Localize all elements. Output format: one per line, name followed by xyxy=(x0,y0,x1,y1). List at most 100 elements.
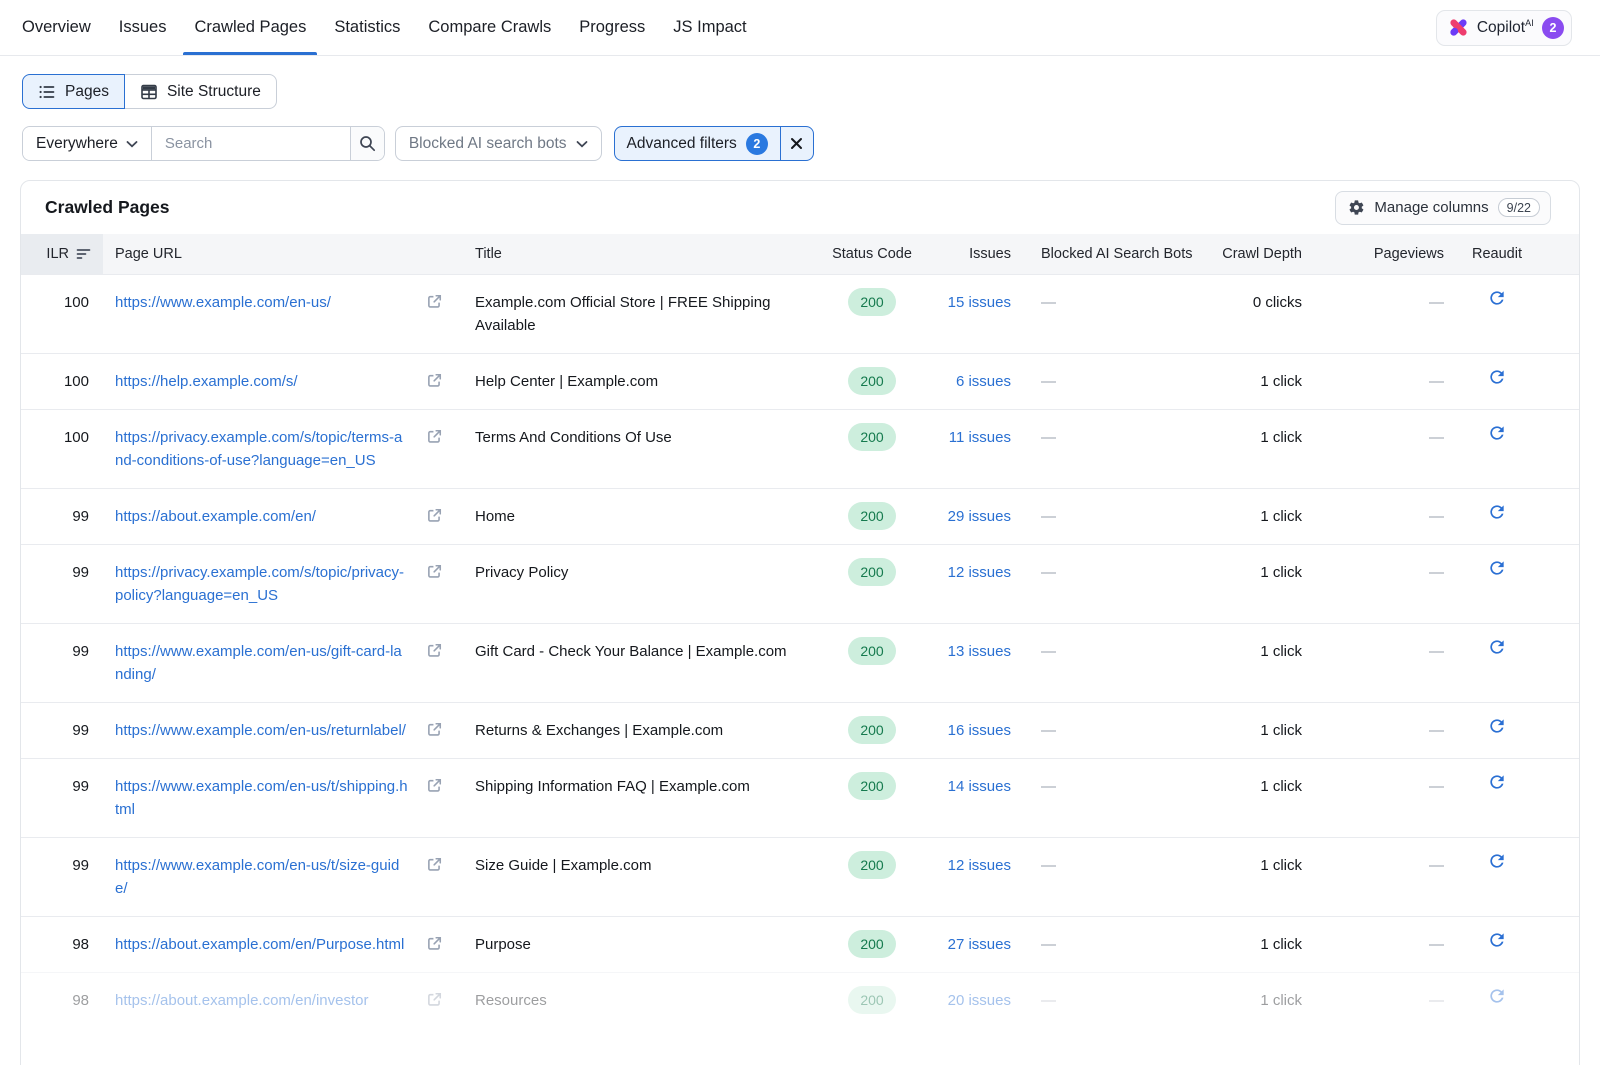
column-header-ilr[interactable]: ILR xyxy=(21,234,103,274)
page-url-cell: https://about.example.com/en/investor xyxy=(103,973,453,1028)
tab-js-impact[interactable]: JS Impact xyxy=(662,0,757,55)
page-url-link[interactable]: https://about.example.com/en/investor xyxy=(115,992,368,1009)
column-header-status-code[interactable]: Status Code xyxy=(831,234,913,274)
tab-issues[interactable]: Issues xyxy=(108,0,178,55)
reaudit-button[interactable] xyxy=(1487,772,1507,837)
issues-link[interactable]: 29 issues xyxy=(948,508,1011,525)
blocked-ai-bots-value: — xyxy=(1013,275,1193,353)
page-title-value: Returns & Exchanges | Example.com xyxy=(453,703,831,758)
column-header-title[interactable]: Title xyxy=(453,234,831,274)
copilot-button[interactable]: CopilotAI 2 xyxy=(1436,10,1572,46)
tab-progress[interactable]: Progress xyxy=(568,0,656,55)
page-url-link[interactable]: https://about.example.com/en/ xyxy=(115,508,316,525)
clear-advanced-filters-button[interactable] xyxy=(780,127,813,160)
advanced-filters-count-badge: 2 xyxy=(746,133,768,155)
ilr-value: 99 xyxy=(21,703,103,758)
ilr-value: 100 xyxy=(21,275,103,353)
reaudit-button[interactable] xyxy=(1487,851,1507,916)
external-link-icon[interactable] xyxy=(426,293,443,310)
issues-cell: 29 issues xyxy=(913,489,1013,544)
reaudit-button[interactable] xyxy=(1487,288,1507,353)
issues-link[interactable]: 20 issues xyxy=(948,992,1011,1009)
column-header-reaudit[interactable]: Reaudit xyxy=(1447,234,1575,274)
issues-link[interactable]: 14 issues xyxy=(948,778,1011,795)
blocked-ai-bots-value: — xyxy=(1013,759,1193,837)
reaudit-cell xyxy=(1447,354,1575,409)
page-url-link[interactable]: https://www.example.com/en-us/t/size-gui… xyxy=(115,857,399,897)
issues-link[interactable]: 6 issues xyxy=(956,373,1011,390)
page-url-link[interactable]: https://privacy.example.com/s/topic/priv… xyxy=(115,564,404,604)
issues-link[interactable]: 27 issues xyxy=(948,936,1011,953)
page-url-link[interactable]: https://www.example.com/en-us/ xyxy=(115,294,331,311)
search-button[interactable] xyxy=(350,127,384,160)
reaudit-button[interactable] xyxy=(1487,637,1507,702)
issues-link[interactable]: 12 issues xyxy=(948,857,1011,874)
issues-cell: 13 issues xyxy=(913,624,1013,702)
external-link-icon[interactable] xyxy=(426,777,443,794)
reaudit-button[interactable] xyxy=(1487,423,1507,488)
page-url-link[interactable]: https://www.example.com/en-us/returnlabe… xyxy=(115,722,406,739)
search-input[interactable] xyxy=(152,127,350,160)
list-icon xyxy=(38,83,56,101)
column-header-blocked-ai-bots[interactable]: Blocked AI Search Bots xyxy=(1013,234,1193,274)
crawl-depth-value: 1 click xyxy=(1193,759,1305,837)
page-title-value: Privacy Policy xyxy=(453,545,831,623)
reaudit-button[interactable] xyxy=(1487,367,1507,409)
external-link-icon[interactable] xyxy=(426,856,443,873)
issues-link[interactable]: 16 issues xyxy=(948,722,1011,739)
crawl-depth-value: 1 click xyxy=(1193,973,1305,1028)
column-header-crawl-depth[interactable]: Crawl Depth xyxy=(1193,234,1305,274)
scope-dropdown[interactable]: Everywhere xyxy=(23,127,152,160)
external-link-icon[interactable] xyxy=(426,721,443,738)
search-group: Everywhere xyxy=(22,126,385,161)
status-code-cell: 200 xyxy=(831,489,913,544)
status-badge: 200 xyxy=(848,637,895,665)
page-url-link[interactable]: https://about.example.com/en/Purpose.htm… xyxy=(115,936,404,953)
blocked-ai-bots-value: — xyxy=(1013,703,1193,758)
tab-statistics[interactable]: Statistics xyxy=(323,0,411,55)
external-link-icon[interactable] xyxy=(426,507,443,524)
manage-columns-button[interactable]: Manage columns 9/22 xyxy=(1335,191,1551,225)
chevron-down-icon xyxy=(576,140,588,148)
crawled-pages-card: Crawled Pages Manage columns 9/22 ILR Pa… xyxy=(20,180,1580,1065)
crawl-depth-value: 1 click xyxy=(1193,545,1305,623)
external-link-icon[interactable] xyxy=(426,642,443,659)
column-header-issues[interactable]: Issues xyxy=(913,234,1013,274)
column-header-page-url[interactable]: Page URL xyxy=(103,234,453,274)
advanced-filters-button[interactable]: Advanced filters 2 xyxy=(615,127,780,160)
external-link-icon[interactable] xyxy=(426,372,443,389)
page-url-link[interactable]: https://www.example.com/en-us/t/shipping… xyxy=(115,778,408,818)
blocked-ai-bots-dropdown[interactable]: Blocked AI search bots xyxy=(395,126,602,161)
table-grid-icon xyxy=(140,83,158,101)
reaudit-button[interactable] xyxy=(1487,716,1507,758)
tab-crawled-pages[interactable]: Crawled Pages xyxy=(183,0,317,55)
page-url-link[interactable]: https://help.example.com/s/ xyxy=(115,373,298,390)
page-url-link[interactable]: https://privacy.example.com/s/topic/term… xyxy=(115,429,402,469)
top-navigation: Overview Issues Crawled Pages Statistics… xyxy=(0,0,1600,56)
external-link-icon[interactable] xyxy=(426,935,443,952)
columns-count-badge: 9/22 xyxy=(1498,198,1540,217)
reaudit-button[interactable] xyxy=(1487,930,1507,972)
external-link-icon[interactable] xyxy=(426,428,443,445)
external-link-icon[interactable] xyxy=(426,563,443,580)
table-row: 98 https://about.example.com/en/investor… xyxy=(21,972,1579,1028)
issues-link[interactable]: 12 issues xyxy=(948,564,1011,581)
reaudit-button[interactable] xyxy=(1487,502,1507,544)
issues-link[interactable]: 15 issues xyxy=(948,294,1011,311)
reaudit-button[interactable] xyxy=(1487,986,1507,1028)
issues-link[interactable]: 11 issues xyxy=(949,429,1011,446)
tab-overview[interactable]: Overview xyxy=(11,0,102,55)
reaudit-cell xyxy=(1447,545,1575,623)
column-header-pageviews[interactable]: Pageviews xyxy=(1305,234,1447,274)
pages-toggle-button[interactable]: Pages xyxy=(22,74,125,109)
page-title-value: Size Guide | Example.com xyxy=(453,838,831,916)
site-structure-toggle-button[interactable]: Site Structure xyxy=(124,74,277,109)
external-link-icon[interactable] xyxy=(426,991,443,1008)
issues-link[interactable]: 13 issues xyxy=(948,643,1011,660)
reaudit-button[interactable] xyxy=(1487,558,1507,623)
reaudit-cell xyxy=(1447,275,1575,353)
status-badge: 200 xyxy=(848,716,895,744)
page-url-link[interactable]: https://www.example.com/en-us/gift-card-… xyxy=(115,643,402,683)
ilr-value: 99 xyxy=(21,489,103,544)
tab-compare-crawls[interactable]: Compare Crawls xyxy=(417,0,562,55)
